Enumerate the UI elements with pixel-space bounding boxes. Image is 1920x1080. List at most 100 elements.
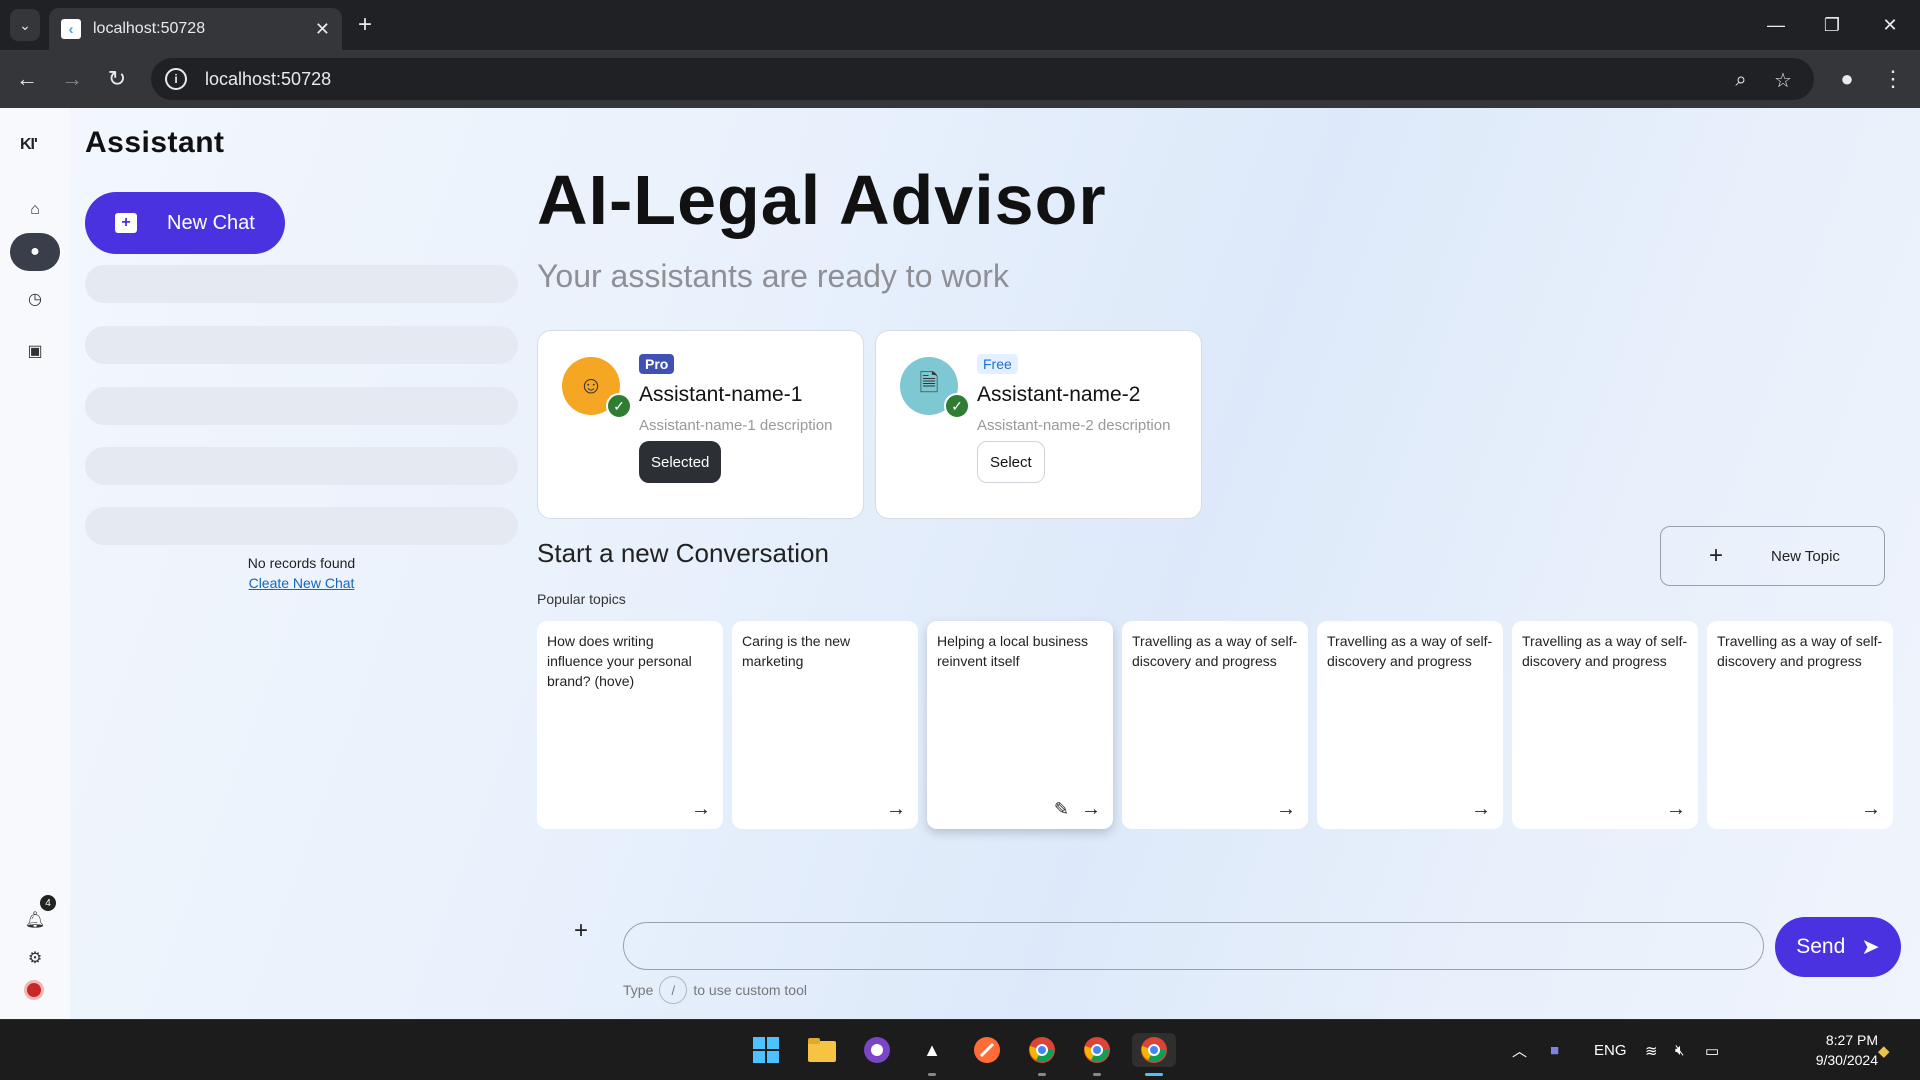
restore-icon[interactable]: ❐	[1808, 10, 1856, 40]
home-icon[interactable]: ⌂	[10, 191, 60, 229]
assistant-select-button[interactable]: Select	[977, 441, 1045, 483]
system-clock[interactable]: 8:27 PM 9/30/2024	[1808, 1030, 1878, 1070]
arrow-right-icon[interactable]: →	[1666, 799, 1686, 819]
tier-badge: Pro	[639, 354, 675, 374]
volume-muted-icon[interactable]: 🔇︎	[1675, 1020, 1684, 1080]
site-info-icon[interactable]: i	[165, 68, 187, 90]
assistant-card-1[interactable]: ☺ ✓ Pro Assistant-name-1 Assistant-name-…	[537, 330, 864, 519]
loading-skeleton	[85, 265, 518, 303]
profile-icon[interactable]: ●	[1832, 64, 1862, 94]
assistant-name: Assistant-name-1	[639, 383, 803, 406]
send-label: Send	[1796, 935, 1846, 958]
app-logo: KI'	[20, 136, 38, 153]
back-icon[interactable]: ←	[12, 64, 42, 94]
settings-gear-icon[interactable]: ⚙	[10, 939, 60, 977]
history-icon[interactable]: ◷	[10, 280, 60, 318]
edit-pencil-icon[interactable]: ✎	[1054, 799, 1069, 819]
topic-card[interactable]: How does writing influence your personal…	[537, 621, 723, 829]
topic-card[interactable]: Travelling as a way of self-discovery an…	[1512, 621, 1698, 829]
tab-title: localhost:50728	[93, 20, 206, 37]
topic-card[interactable]: Travelling as a way of self-discovery an…	[1707, 621, 1893, 829]
topic-text: How does writing influence your personal…	[547, 633, 692, 689]
forward-icon[interactable]: →	[57, 64, 87, 94]
popular-topics-label: Popular topics	[537, 591, 626, 607]
chrome-active-icon[interactable]	[1132, 1033, 1176, 1067]
windows-start-icon[interactable]	[749, 1033, 783, 1067]
close-window-icon[interactable]: ✕	[1866, 10, 1914, 40]
battery-icon[interactable]: ▭	[1705, 1020, 1719, 1080]
new-topic-button[interactable]: + New Topic	[1660, 526, 1885, 586]
running-indicator	[928, 1073, 936, 1076]
tab-search-icon[interactable]: ⌄	[10, 9, 40, 41]
new-topic-label: New Topic	[1771, 547, 1840, 565]
send-button[interactable]: Send ➤	[1775, 917, 1901, 977]
browser-toolbar: ← → ↻ i localhost:50728 ⌕ ☆ ● ⋮	[0, 50, 1920, 108]
slash-key: /	[659, 976, 688, 1004]
chrome-profile-2-icon[interactable]	[1080, 1033, 1114, 1067]
browser-menu-icon[interactable]: ⋮	[1878, 64, 1908, 94]
chat-icon[interactable]: ●	[10, 233, 60, 271]
topic-text: Caring is the new marketing	[742, 633, 851, 669]
topic-card[interactable]: Travelling as a way of self-discovery an…	[1122, 621, 1308, 829]
app-content: KI' ⌂ ● ◷ ▣ 🔔︎ 4 ⚙ Assistant + New Chat …	[0, 108, 1920, 1019]
topic-text: Travelling as a way of self-discovery an…	[1132, 633, 1298, 669]
os-taskbar: ▲ ︿ ■ ENG ≋ 🔇︎ ▭ 8:27 PM 9/30/2024 ◆	[0, 1019, 1920, 1080]
url-text: localhost:50728	[205, 68, 332, 89]
teams-icon[interactable]: ■	[1550, 1020, 1559, 1080]
arrow-right-icon[interactable]: →	[691, 799, 711, 819]
assistant-description: Assistant-name-1 description	[639, 417, 833, 434]
add-chat-icon: +	[115, 213, 137, 233]
arrow-right-icon[interactable]: →	[1471, 799, 1491, 819]
new-chat-label: New Chat	[167, 211, 255, 234]
bookmark-star-icon[interactable]: ☆	[1771, 68, 1795, 92]
arrow-right-icon[interactable]: →	[1081, 799, 1101, 819]
hint-text-before: Type	[623, 982, 654, 998]
address-bar[interactable]: i localhost:50728 ⌕ ☆	[151, 58, 1814, 100]
tray-overflow-icon[interactable]: ︿	[1512, 1020, 1527, 1080]
browser-tab[interactable]: ‹ localhost:50728 ✕	[49, 8, 342, 50]
assistant-card-2[interactable]: 🗎︎ ✓ Free Assistant-name-2 Assistant-nam…	[875, 330, 1202, 519]
nav-rail: KI' ⌂ ● ◷ ▣ 🔔︎ 4 ⚙	[0, 108, 70, 1019]
file-explorer-icon[interactable]	[805, 1033, 839, 1067]
wifi-icon[interactable]: ≋	[1645, 1020, 1658, 1080]
bot-manage-icon[interactable]: ▣	[10, 332, 60, 370]
language-indicator[interactable]: ENG	[1594, 1020, 1627, 1080]
user-avatar[interactable]	[24, 980, 44, 1000]
chrome-profile-1-icon[interactable]	[1025, 1033, 1059, 1067]
reload-icon[interactable]: ↻	[102, 64, 132, 94]
loading-skeleton	[85, 387, 518, 425]
browser-tab-bar: ⌄ ‹ localhost:50728 ✕ + — ❐ ✕	[0, 0, 1920, 50]
conversation-heading: Start a new Conversation	[537, 538, 829, 568]
loading-skeleton	[85, 507, 518, 545]
arrow-right-icon[interactable]: →	[1861, 799, 1881, 819]
check-icon: ✓	[606, 393, 632, 419]
custom-tool-hint: Type / to use custom tool	[623, 976, 807, 1004]
message-input[interactable]	[623, 922, 1764, 970]
github-desktop-icon[interactable]	[860, 1033, 894, 1067]
notification-bell-icon[interactable]: 🔔︎ 4	[10, 895, 60, 939]
check-icon: ✓	[944, 393, 970, 419]
android-studio-icon[interactable]: ▲	[915, 1033, 949, 1067]
plus-icon: +	[1708, 542, 1723, 569]
arrow-right-icon[interactable]: →	[886, 799, 906, 819]
zoom-icon[interactable]: ⌕	[1729, 68, 1753, 92]
arrow-right-icon[interactable]: →	[1276, 799, 1296, 819]
new-chat-button[interactable]: + New Chat	[85, 192, 285, 254]
attach-plus-button[interactable]: +	[558, 908, 604, 954]
assistant-description: Assistant-name-2 description	[977, 417, 1171, 434]
flutter-favicon-icon: ‹	[61, 19, 81, 39]
minimize-icon[interactable]: —	[1752, 10, 1800, 40]
close-tab-icon[interactable]: ✕	[315, 19, 330, 40]
assistant-selected-button[interactable]: Selected	[639, 441, 722, 483]
page-subtitle: Your assistants are ready to work	[537, 258, 1009, 294]
new-tab-icon[interactable]: +	[353, 9, 377, 41]
postman-icon[interactable]	[970, 1033, 1004, 1067]
topic-card[interactable]: Caring is the new marketing →	[732, 621, 918, 829]
topic-card[interactable]: Helping a local business reinvent itself…	[927, 621, 1113, 829]
create-new-chat-link[interactable]: Cleate New Chat	[85, 575, 518, 591]
topic-card[interactable]: Travelling as a way of self-discovery an…	[1317, 621, 1503, 829]
loading-skeleton	[85, 447, 518, 485]
topic-text: Travelling as a way of self-discovery an…	[1522, 633, 1688, 669]
clock-time: 8:27 PM	[1825, 1032, 1878, 1048]
copilot-icon[interactable]: ◆	[1878, 1020, 1890, 1080]
